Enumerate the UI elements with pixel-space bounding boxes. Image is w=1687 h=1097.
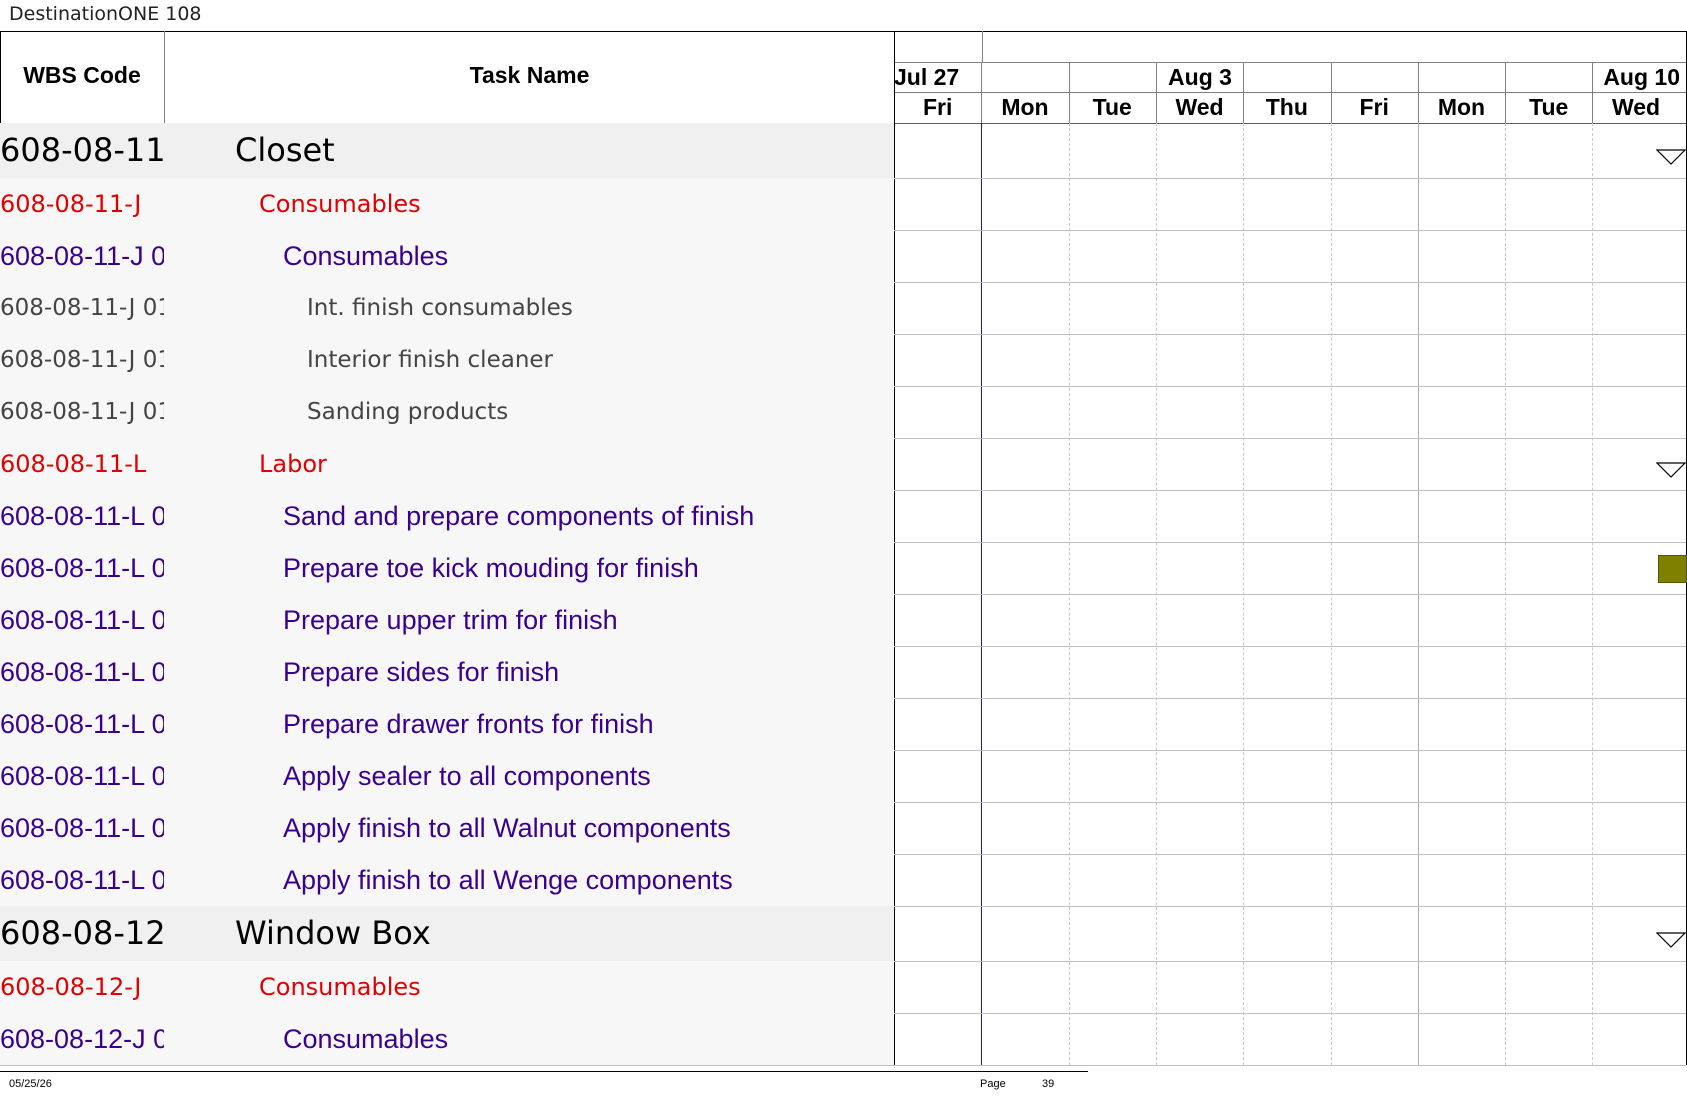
day-header-divider: [1156, 62, 1157, 123]
task-name-cell: Closet: [235, 131, 335, 169]
day-label-1: Mon: [1001, 94, 1049, 120]
wbs-cell: 608-08-11-L 01: [0, 605, 164, 635]
print-date: 05/25/26: [9, 1078, 52, 1090]
wbs-cell: 608-08-11: [0, 131, 164, 169]
week-divider-top: [982, 31, 983, 62]
day-label-8: Wed: [1611, 94, 1661, 120]
day-header-divider: [1331, 62, 1332, 123]
wbs-cell: 608-08-11-L 01: [0, 865, 164, 895]
day-header-divider: [1243, 62, 1244, 123]
gantt-divider[interactable]: [894, 31, 895, 1065]
table-row[interactable]: 608-08-12-J Consumables: [0, 961, 894, 1013]
day-header-divider: [1505, 62, 1506, 123]
day-label-4: Thu: [1265, 94, 1308, 120]
table-row[interactable]: 608-08-11-L 01 Apply finish to all Wenge …: [0, 854, 894, 906]
table-row[interactable]: 608-08-12-J 01 Consumables: [0, 1013, 894, 1065]
table-row[interactable]: 608-08-11-L 01 Prepare drawer fronts for …: [0, 698, 894, 750]
task-name-cell: Prepare toe kick mouding for finish: [283, 553, 699, 583]
task-name-cell: Apply sealer to all components: [283, 761, 651, 791]
wbs-cell: 608-08-11-J: [0, 190, 142, 218]
table-row[interactable]: 608-08-11-L 01 Apply sealer to all compon…: [0, 750, 894, 802]
week-label-1: Aug 3: [1168, 64, 1232, 90]
task-name-cell: Prepare upper trim for finish: [283, 605, 618, 635]
table-row[interactable]: 608-08-11-L 01 Prepare toe kick mouding f…: [0, 542, 894, 594]
task-name-cell: Prepare sides for finish: [283, 657, 560, 687]
task-name-cell: Prepare drawer fronts for finish: [283, 709, 654, 739]
table-row[interactable]: 608-08-11-J 01 Sanding products: [0, 386, 894, 438]
row-divider: [0, 1065, 1686, 1066]
page-label: Page: [980, 1078, 1006, 1090]
wbs-cell: 608-08-11-L 01: [0, 761, 164, 791]
task-name-cell: Consumables: [283, 1024, 449, 1054]
wbs-cell: 608-08-11-L 01: [0, 501, 164, 531]
wbs-cell: 608-08-12: [0, 914, 164, 952]
table-row[interactable]: 608-08-11-L 01 Sand and prepare component…: [0, 490, 894, 542]
week-label-2: Aug 10: [1603, 64, 1680, 90]
task-name-cell: Consumables: [259, 973, 421, 1001]
task-name-cell: Window Box: [235, 914, 431, 952]
task-name-cell: Int. finish consumables: [307, 295, 573, 321]
page-number: 39: [1042, 1078, 1055, 1090]
day-header-divider: [1592, 62, 1593, 123]
wbs-cell: 608-08-11-J 01: [0, 347, 164, 373]
day-header-divider: [981, 62, 982, 123]
task-name-cell: Interior finish cleaner: [307, 347, 554, 373]
day-label-3: Wed: [1175, 94, 1224, 120]
table-row[interactable]: 608-08-11-L 01 Prepare upper trim for fin…: [0, 594, 894, 646]
wbs-cell: 608-08-11-L: [0, 450, 147, 478]
day-header-divider: [1418, 62, 1419, 123]
week-label-0: Jul 27: [894, 64, 960, 90]
task-name-cell: Consumables: [259, 190, 421, 218]
task-name-cell: Sanding products: [307, 399, 509, 425]
footer-divider: [0, 1071, 1088, 1072]
wbs-cell: 608-08-12-J 01: [0, 1024, 164, 1054]
table-row[interactable]: 608-08-11 Closet: [0, 123, 894, 178]
task-name-cell: Apply finish to all Wenge components: [283, 865, 733, 895]
task-name-cell: Consumables: [283, 241, 449, 271]
table-row[interactable]: 608-08-12 Window Box: [0, 906, 894, 961]
table-row[interactable]: 608-08-11-J 01 Consumables: [0, 230, 894, 282]
wbs-cell: 608-08-11-L 01: [0, 553, 164, 583]
wbs-column-header[interactable]: WBS Code: [0, 62, 164, 89]
day-label-6: Mon: [1437, 94, 1486, 120]
wbs-cell: 608-08-11-L 01: [0, 657, 164, 687]
document-title: DestinationONE 108: [9, 3, 202, 25]
task-name-column-header[interactable]: Task Name: [165, 62, 894, 89]
task-name-cell: Sand and prepare components of finish: [283, 501, 755, 531]
table-row[interactable]: 608-08-11-J 01 Int. finish consumables: [0, 282, 894, 334]
week-row-divider: [894, 62, 1686, 63]
task-name-cell: Labor: [259, 450, 327, 478]
day-row-divider: [894, 92, 1686, 93]
day-label-5: Fri: [1359, 94, 1389, 120]
table-row[interactable]: 608-08-11-L 01 Prepare sides for finish: [0, 646, 894, 698]
wbs-cell: 608-08-11-J 01: [0, 241, 164, 271]
summary-triangle-icon[interactable]: [1656, 931, 1686, 950]
wbs-cell: 608-08-11-J 01: [0, 399, 164, 425]
day-header-divider: [1069, 62, 1070, 123]
table-row[interactable]: 608-08-11-L Labor: [0, 438, 894, 490]
day-label-7: Tue: [1529, 94, 1569, 120]
day-label-0: Fri: [922, 94, 953, 120]
wbs-cell: 608-08-12-J: [0, 973, 142, 1001]
summary-triangle-icon[interactable]: [1656, 462, 1686, 480]
summary-triangle-icon[interactable]: [1656, 148, 1686, 167]
task-name-cell: Apply finish to all Walnut components: [283, 813, 731, 843]
wbs-cell: 608-08-11-J 01: [0, 295, 164, 321]
table-row[interactable]: 608-08-11-J 01 Interior finish cleaner: [0, 334, 894, 386]
task-bar[interactable]: [1658, 555, 1687, 583]
wbs-cell: 608-08-11-L 01: [0, 813, 164, 843]
table-row[interactable]: 608-08-11-L 01 Apply finish to all Walnut…: [0, 802, 894, 854]
wbs-cell: 608-08-11-L 01: [0, 709, 164, 739]
table-row[interactable]: 608-08-11-J Consumables: [0, 178, 894, 230]
day-label-2: Tue: [1092, 94, 1132, 120]
